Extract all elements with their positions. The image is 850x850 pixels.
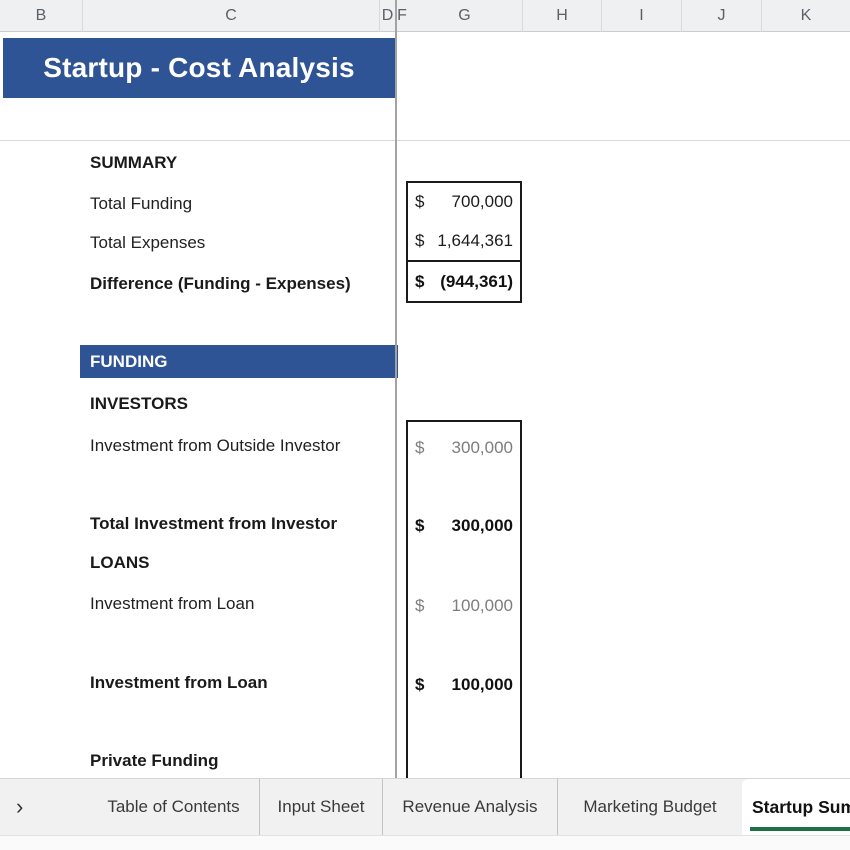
column-header-B[interactable]: B <box>0 0 83 32</box>
difference-value: (944,361) <box>440 272 513 292</box>
cell-investment-outside-investor[interactable]: $ 300,000 <box>408 434 520 462</box>
private-funding-heading: Private Funding <box>90 747 218 775</box>
column-header-C[interactable]: C <box>83 0 380 32</box>
tab-marketing-budget[interactable]: Marketing Budget <box>558 779 742 835</box>
loans-heading: LOANS <box>90 549 150 577</box>
summary-values-box: $ 700,000 $ 1,644,361 <box>406 181 522 262</box>
cell-difference-value[interactable]: $ (944,361) <box>408 262 520 301</box>
row-label-total-investment-investor: Total Investment from Investor <box>90 510 337 538</box>
sheet-tab-bar: › Table of Contents Input Sheet Revenue … <box>0 778 850 835</box>
row-label-difference: Difference (Funding - Expenses) <box>90 270 351 298</box>
cell-investment-from-loan[interactable]: $ 100,000 <box>408 592 520 620</box>
investment-from-loan-total-value: 100,000 <box>452 675 513 695</box>
status-bar <box>0 835 850 850</box>
sheet-nav: › <box>0 779 88 835</box>
column-header-K[interactable]: K <box>762 0 850 32</box>
row-label-investment-from-loan-total: Investment from Loan <box>90 669 268 697</box>
tab-revenue-analysis[interactable]: Revenue Analysis <box>383 779 558 835</box>
row-label-investment-from-loan: Investment from Loan <box>90 590 254 618</box>
sheet-nav-next-icon[interactable]: › <box>16 796 23 818</box>
row-gridline <box>0 140 850 141</box>
column-header-J[interactable]: J <box>682 0 762 32</box>
tab-table-of-contents[interactable]: Table of Contents <box>88 779 260 835</box>
funding-heading: FUNDING <box>80 352 167 372</box>
currency-symbol: $ <box>415 675 424 695</box>
total-investment-investor-value: 300,000 <box>452 516 513 536</box>
tab-startup-summary-active[interactable]: Startup Sum <box>742 779 850 835</box>
investment-from-loan-value: 100,000 <box>452 596 513 616</box>
row-label-investment-outside-investor: Investment from Outside Investor <box>90 432 340 460</box>
funding-values-box: $ 300,000 $ 300,000 $ 100,000 $ 100,000 <box>406 420 522 778</box>
funding-section-header: FUNDING <box>80 345 398 378</box>
cell-investment-from-loan-total[interactable]: $ 100,000 <box>408 671 520 699</box>
cell-total-expenses-value[interactable]: $ 1,644,361 <box>408 222 520 261</box>
total-expenses-value: 1,644,361 <box>437 231 513 251</box>
tab-input-sheet[interactable]: Input Sheet <box>260 779 383 835</box>
active-tab-underline <box>750 827 850 831</box>
currency-symbol: $ <box>415 231 424 251</box>
column-header-I[interactable]: I <box>602 0 682 32</box>
column-header-H[interactable]: H <box>523 0 602 32</box>
row-label-total-expenses: Total Expenses <box>90 229 205 257</box>
currency-symbol: $ <box>415 192 424 212</box>
column-header-row: B C D F G H I J K <box>0 0 850 32</box>
summary-heading: SUMMARY <box>90 149 177 177</box>
difference-value-box: $ (944,361) <box>406 260 522 303</box>
column-header-G[interactable]: G <box>407 0 523 32</box>
total-funding-value: 700,000 <box>452 192 513 212</box>
page-title: Startup - Cost Analysis <box>43 52 355 84</box>
investment-outside-investor-value: 300,000 <box>452 438 513 458</box>
row-label-total-funding: Total Funding <box>90 190 192 218</box>
column-header-D[interactable]: D <box>380 0 395 32</box>
active-tab-label: Startup Sum <box>752 797 850 818</box>
cell-total-investment-investor[interactable]: $ 300,000 <box>408 512 520 540</box>
currency-symbol: $ <box>415 272 424 292</box>
currency-symbol: $ <box>415 516 424 536</box>
frozen-pane-divider <box>395 0 397 778</box>
currency-symbol: $ <box>415 596 424 616</box>
column-header-F[interactable]: F <box>397 0 407 32</box>
cell-total-funding-value[interactable]: $ 700,000 <box>408 183 520 222</box>
title-banner: Startup - Cost Analysis <box>3 38 395 98</box>
currency-symbol: $ <box>415 438 424 458</box>
investors-heading: INVESTORS <box>90 390 188 418</box>
worksheet-area: Startup - Cost Analysis SUMMARY Total Fu… <box>0 32 850 778</box>
